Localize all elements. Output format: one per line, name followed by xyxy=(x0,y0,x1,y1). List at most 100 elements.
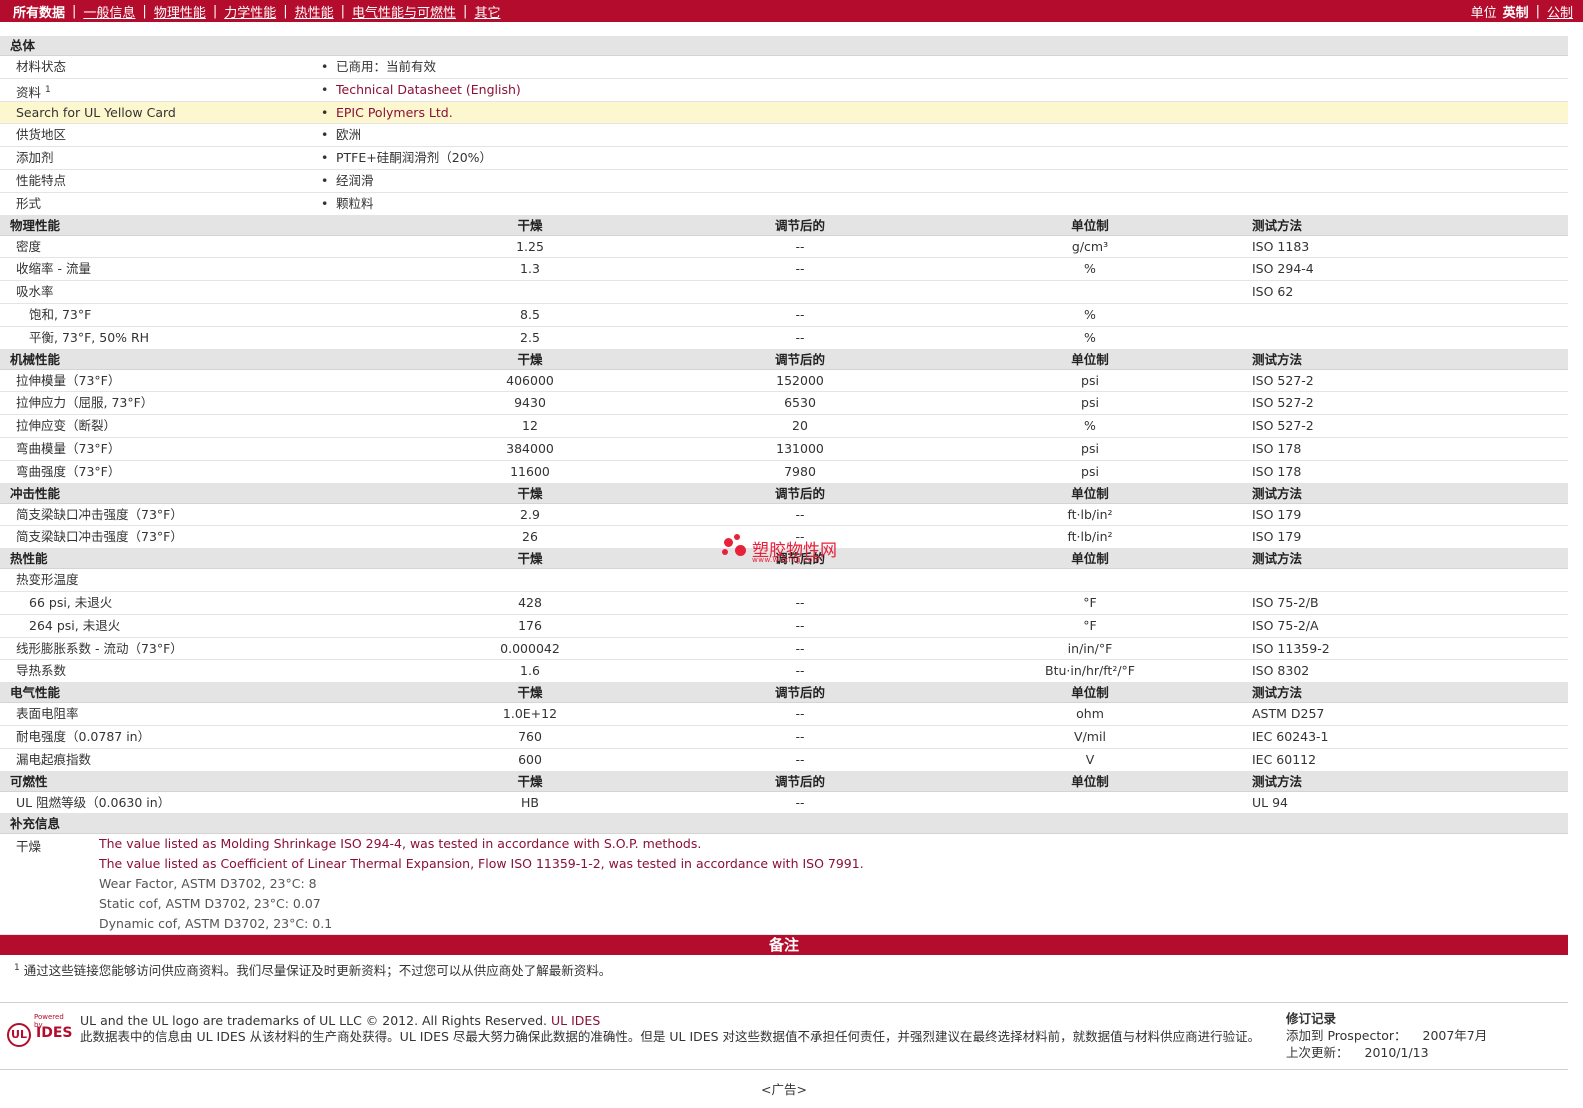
value-dry: 1.6 xyxy=(520,663,540,679)
value-method: ISO 527-2 xyxy=(1252,395,1314,411)
section-title: 冲击性能 xyxy=(10,485,61,501)
table-row: 材料状态 • 已商用：当前有效 xyxy=(0,56,1568,79)
table-row: 收缩率 - 流量 1.3 -- % ISO 294-4 xyxy=(0,258,1568,282)
list-item: Static cof, ASTM D3702, 23°C: 0.07 xyxy=(99,896,321,912)
column-header-method: 测试方法 xyxy=(1252,685,1303,701)
value-dry: 12 xyxy=(522,418,538,434)
property-name: 拉伸模量（73°F） xyxy=(16,372,121,388)
value-dry: 1.25 xyxy=(516,238,544,254)
section-header-physical: 物理性能 干燥 调节后的 单位制 测试方法 xyxy=(0,215,1568,236)
value-conditioned: 131000 xyxy=(776,440,824,456)
property-name: 表面电阻率 xyxy=(16,706,79,722)
value-unit: % xyxy=(1084,306,1096,322)
revision-added: 添加到 Prospector： 2007年7月 xyxy=(1286,1027,1487,1044)
unit-imperial: 英制 xyxy=(1502,5,1529,21)
revision-updated-label: 上次更新： xyxy=(1286,1045,1349,1060)
tab-physical[interactable]: 物理性能 xyxy=(154,2,206,21)
property-name: 耐电强度（0.0787 in） xyxy=(16,728,151,744)
value-unit: in/in/°F xyxy=(1067,640,1113,656)
value-method: ISO 11359-2 xyxy=(1252,640,1330,656)
value-conditioned: -- xyxy=(795,706,805,722)
tab-thermal[interactable]: 热性能 xyxy=(295,2,334,21)
value-unit: % xyxy=(1084,329,1096,345)
property-value: 经润滑 xyxy=(336,172,374,188)
table-row: 264 psi, 未退火 176 -- °F ISO 75-2/A xyxy=(0,615,1568,638)
property-name: 添加剂 xyxy=(16,150,54,166)
section-header-flammability: 可燃性 干燥 调节后的 单位制 测试方法 xyxy=(0,771,1568,792)
section-header-impact: 冲击性能 干燥 调节后的 单位制 测试方法 xyxy=(0,483,1568,504)
section-header-thermal: 热性能 干燥 调节后的 单位制 测试方法 xyxy=(0,549,1568,570)
column-header-conditioned: 调节后的 xyxy=(774,217,825,233)
value-method: ISO 75-2/B xyxy=(1252,594,1319,610)
property-value: 已商用：当前有效 xyxy=(336,59,437,74)
technical-datasheet-link[interactable]: Technical Datasheet (English) xyxy=(336,79,521,102)
value-unit: % xyxy=(1084,418,1096,434)
value-dry: 176 xyxy=(518,617,542,633)
footer: Powered by UL IDES UL and the UL logo ar… xyxy=(0,1002,1568,1070)
value-conditioned: 6530 xyxy=(784,395,816,411)
units-label: 单位 xyxy=(1470,5,1497,21)
table-row: 添加剂 • PTFE+硅酮润滑剂（20%） xyxy=(0,147,1568,170)
notes-header: 备注 xyxy=(0,935,1568,955)
column-header-method: 测试方法 xyxy=(1252,551,1303,567)
bullet: • xyxy=(321,59,329,74)
property-name: 拉伸应变（断裂） xyxy=(16,418,117,434)
section-title: 可燃性 xyxy=(10,773,48,789)
section-header-general: 总体 xyxy=(0,36,1568,56)
unit-metric-link[interactable]: 公制 xyxy=(1547,2,1573,21)
value-method: ISO 179 xyxy=(1252,529,1302,545)
column-header-conditioned: 调节后的 xyxy=(774,551,825,567)
value-method: ISO 294-4 xyxy=(1252,261,1314,277)
ul-logo-icon: UL xyxy=(7,1023,31,1047)
footnote: 1 通过这些链接您能够访问供应商资料。我们尽量保证及时更新资料；不过您可以从供应… xyxy=(14,960,611,979)
column-header-units: 单位制 xyxy=(1071,351,1109,367)
column-header-method: 测试方法 xyxy=(1252,485,1303,501)
property-name: 66 psi, 未退火 xyxy=(29,594,113,610)
property-value: PTFE+硅酮润滑剂（20%） xyxy=(336,150,493,166)
table-row: 简支梁缺口冲击强度（73°F） 2.9 -- ft·lb/in² ISO 179 xyxy=(0,504,1568,527)
value-unit: °F xyxy=(1083,594,1097,610)
column-header-units: 单位制 xyxy=(1071,217,1109,233)
datasheet-table: 总体 材料状态 • 已商用：当前有效 资料 1 • Technical Data… xyxy=(0,36,1568,936)
tab-all-data[interactable]: 所有数据 xyxy=(13,2,65,21)
column-header-method: 测试方法 xyxy=(1252,773,1303,789)
property-value: 颗粒料 xyxy=(336,195,374,211)
table-row: 导热系数 1.6 -- Btu·in/hr/ft²/°F ISO 8302 xyxy=(0,660,1568,684)
value-conditioned: -- xyxy=(795,329,805,345)
table-row: 66 psi, 未退火 428 -- °F ISO 75-2/B xyxy=(0,592,1568,615)
ul-ides-logo: Powered by UL IDES xyxy=(6,1013,72,1053)
table-row: 拉伸模量（73°F） 406000 152000 psi ISO 527-2 xyxy=(0,370,1568,393)
right-margin xyxy=(1568,22,1583,1108)
tab-general[interactable]: 一般信息 xyxy=(83,2,135,21)
yellow-card-link[interactable]: EPIC Polymers Ltd. xyxy=(336,102,453,125)
value-dry: 428 xyxy=(518,594,542,610)
table-row: 供货地区 • 欧洲 xyxy=(0,124,1568,148)
section-title: 补充信息 xyxy=(10,816,61,832)
value-method: ISO 527-2 xyxy=(1252,418,1314,434)
tab-other[interactable]: 其它 xyxy=(474,2,500,21)
table-row: 饱和, 73°F 8.5 -- % xyxy=(0,304,1568,327)
tab-mechanical[interactable]: 力学性能 xyxy=(224,2,276,21)
property-name: 264 psi, 未退火 xyxy=(29,617,121,633)
supplemental-label: 干燥 xyxy=(16,839,42,855)
value-conditioned: 20 xyxy=(792,418,808,434)
nav-tabs: 所有数据 | 一般信息 | 物理性能 | 力学性能 | 热性能 | 电气性能与可… xyxy=(13,2,500,21)
value-method: ASTM D257 xyxy=(1252,706,1325,722)
value-unit: °F xyxy=(1083,617,1097,633)
property-name: 简支梁缺口冲击强度（73°F） xyxy=(16,529,183,545)
value-dry: 0.000042 xyxy=(500,640,560,656)
property-name: 拉伸应力（屈服, 73°F） xyxy=(16,395,154,411)
revision-added-value: 2007年7月 xyxy=(1422,1028,1488,1043)
value-dry: 406000 xyxy=(506,372,554,388)
section-title: 热性能 xyxy=(10,551,48,567)
property-name: 密度 xyxy=(16,238,42,254)
trademark-text: UL and the UL logo are trademarks of UL … xyxy=(80,1013,548,1028)
nav-separator: | xyxy=(212,3,218,19)
table-row: 资料 1 • Technical Datasheet (English) xyxy=(0,79,1568,102)
tab-electrical[interactable]: 电气性能与可燃性 xyxy=(352,2,456,21)
list-item: Dynamic cof, ASTM D3702, 23°C: 0.1 xyxy=(99,916,333,932)
ul-ides-link[interactable]: UL IDES xyxy=(551,1013,600,1028)
column-header-conditioned: 调节后的 xyxy=(774,351,825,367)
column-header-units: 单位制 xyxy=(1071,485,1109,501)
value-conditioned: 7980 xyxy=(784,463,816,479)
